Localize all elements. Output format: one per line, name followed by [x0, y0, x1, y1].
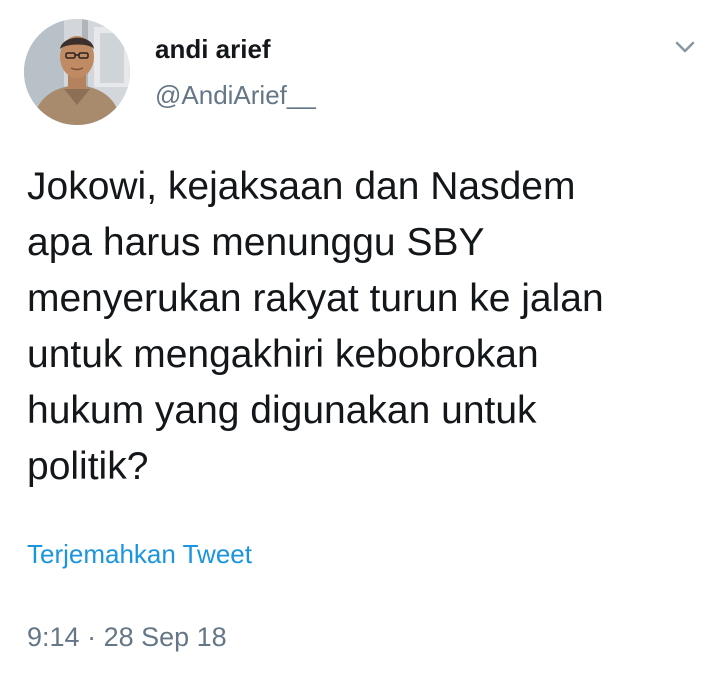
tweet-text-line: apa harus menunggu SBY [27, 221, 485, 264]
tweet-text: Jokowi, kejaksaan dan Nasdem apa harus m… [27, 159, 687, 495]
translate-tweet-link[interactable]: Terjemahkan Tweet [27, 539, 252, 570]
chevron-down-icon[interactable] [671, 36, 699, 58]
author-display-name[interactable]: andi arief [155, 34, 271, 65]
meta-separator: · [87, 622, 97, 652]
author-handle[interactable]: @AndiArief__ [155, 80, 316, 111]
tweet-text-line: politik? [27, 445, 149, 488]
tweet-time: 9:14 [27, 622, 80, 652]
tweet-text-line: menyerukan rakyat turun ke jalan [27, 277, 604, 320]
avatar[interactable] [24, 19, 130, 125]
tweet-text-line: untuk mengakhiri kebobrokan [27, 333, 539, 376]
tweet-card: andi arief @AndiArief__ Jokowi, kejaksaa… [0, 0, 715, 685]
profile-photo-icon [24, 19, 130, 125]
tweet-text-line: hukum yang digunakan untuk [27, 389, 537, 432]
tweet-text-line: Jokowi, kejaksaan dan Nasdem [27, 165, 576, 208]
tweet-timestamp[interactable]: 9:14 · 28 Sep 18 [27, 622, 227, 653]
tweet-date: 28 Sep 18 [103, 622, 227, 652]
